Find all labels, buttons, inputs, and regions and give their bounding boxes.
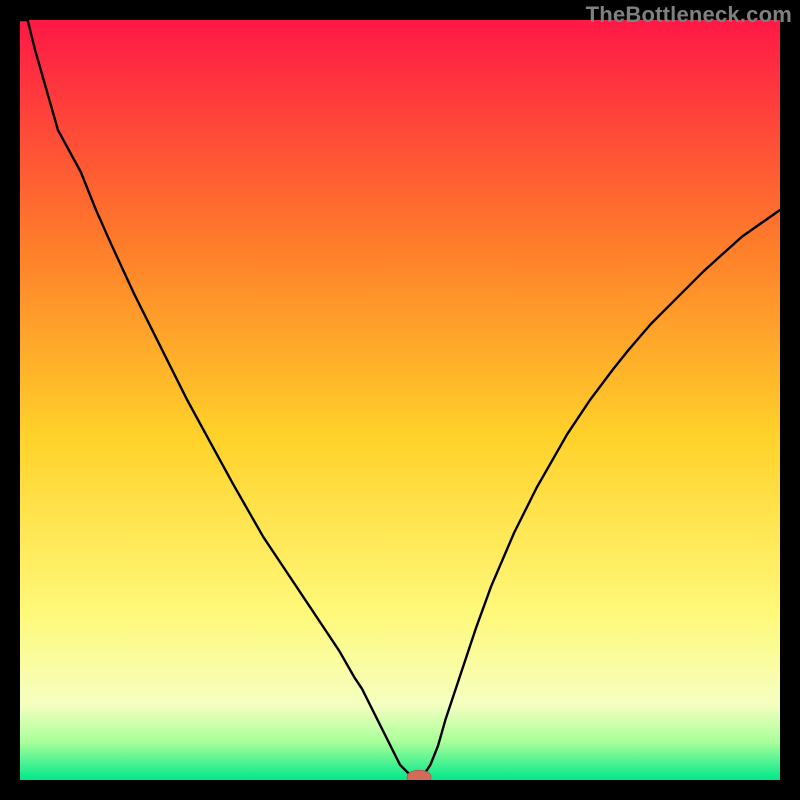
bottleneck-curve-plot (20, 20, 780, 780)
watermark-label: TheBottleneck.com (586, 2, 792, 28)
plot-background (20, 20, 780, 780)
chart-frame: { "watermark": "TheBottleneck.com", "col… (0, 0, 800, 800)
